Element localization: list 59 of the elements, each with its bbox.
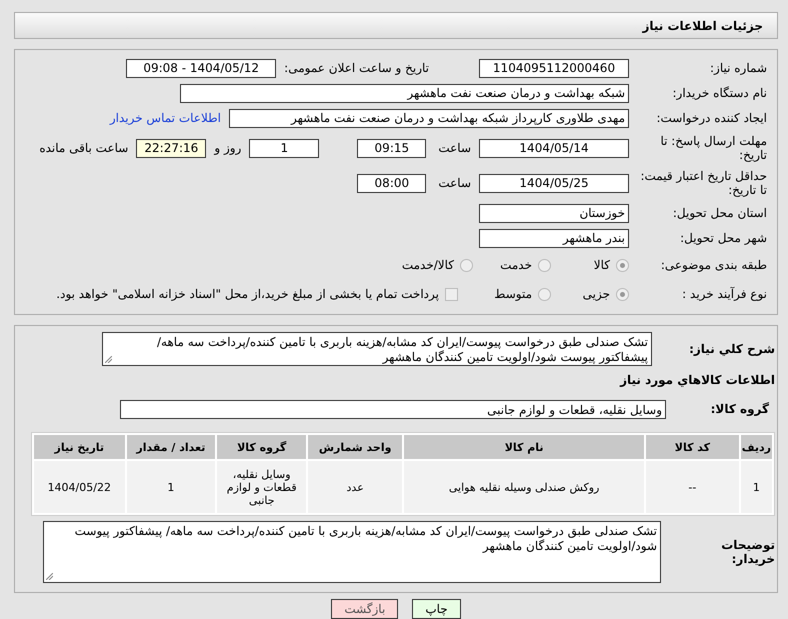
announce-date-field: 1404/05/12 - 09:08	[126, 58, 276, 78]
checkbox-option[interactable]: پرداخت تمام یا بخشی از مبلغ خرید،از محل "اسناد خزانه اسلامی" خواهد بود.	[58, 287, 458, 301]
buyer-org-field: شبکه بهداشت و درمان صنعت نفت ماهشهر	[180, 84, 629, 102]
table-cell: --	[646, 461, 739, 513]
field-label: تاریخ و ساعت اعلان عمومی:	[284, 61, 429, 75]
section-title: اطلاعات کالاهاي مورد نياز	[618, 373, 775, 387]
table-cell: عدد	[308, 461, 402, 513]
field-label: شهر محل تحویل:	[679, 231, 767, 245]
field-label: شماره نیاز:	[709, 61, 767, 75]
back-button[interactable]: بازگشت	[331, 599, 398, 619]
city-field: بندر ماهشهر	[479, 228, 629, 248]
column-header: واحد شمارش	[308, 435, 402, 459]
field-label: ساعت باقی مانده	[39, 141, 128, 155]
field-label: ایجاد کننده درخواست:	[655, 111, 767, 125]
field-label: روز و	[214, 141, 242, 155]
print-button[interactable]: چاپ	[412, 599, 461, 619]
column-header: تاریخ نیاز	[34, 435, 125, 459]
time-field: 09:15	[357, 138, 426, 158]
need-number-field: 1104095112000460	[479, 58, 629, 78]
field-label: گروه کالا:	[710, 402, 769, 416]
field-label: توضیحات خریدار:	[720, 538, 775, 566]
radio-option[interactable]: خدمت	[481, 258, 551, 272]
column-header: تعداد / مقدار	[126, 435, 216, 459]
date-field: 1404/05/25	[479, 174, 629, 192]
radio-option[interactable]: متوسط	[466, 287, 551, 301]
days-field: 1	[249, 138, 320, 158]
date-field: 1404/05/14	[479, 138, 629, 158]
countdown-field: 22:27:16	[136, 138, 206, 158]
column-header: ردیف	[740, 435, 772, 459]
contact-link[interactable]: اطلاعات تماس خریدار	[110, 111, 221, 125]
creator-field: مهدی طلاوری کارپرداز شبکه بهداشت و درمان صنعت نفت ماهشهر	[229, 108, 629, 128]
description-field: تشک صندلی طبق درخواست پیوست/ایران کد مشابه/هزینه باربری با تامین کننده/پرداخت سه ماهه/ پیشفاکتور پیوست شود/اولویت تامین کنندگان ماهشهر	[102, 332, 652, 366]
resize-grip-icon	[46, 573, 53, 580]
column-header: گروه کالا	[217, 435, 306, 459]
page-title: جزئیات اطلاعات نیاز	[14, 12, 778, 39]
column-header: کد کالا	[646, 435, 739, 459]
buyer-notes-field: تشک صندلی طبق درخواست پیوست/ایران کد مشابه/هزینه باربری با تامین کننده/پرداخت سه ماهه/ پیشفاکتور پیوست شود/اولویت تامین کنندگان ماهشهر	[43, 521, 661, 583]
province-field: خوزستان	[479, 204, 629, 222]
column-header: نام کالا	[404, 435, 644, 459]
radio-option[interactable]: کالا/خدمت	[403, 258, 473, 272]
table-cell: وسایل نقلیه، قطعات و لوازم جانبی	[217, 461, 306, 513]
table-cell: 1	[126, 461, 216, 513]
field-label: مهلت ارسال پاسخ: تا تاریخ:	[659, 134, 767, 162]
radio-option[interactable]: جزیی	[559, 287, 629, 301]
field-label: شرح کلي نياز:	[688, 342, 775, 356]
field-label: استان محل تحویل:	[672, 206, 767, 220]
field-label: نام دستگاه خریدار:	[672, 86, 767, 100]
resize-grip-icon	[105, 356, 112, 363]
table-cell: 1404/05/22	[34, 461, 125, 513]
time-field: 08:00	[357, 174, 426, 192]
field-label: ساعت	[438, 141, 471, 155]
table-cell: روکش صندلی وسیله نقلیه هوایی	[404, 461, 644, 513]
radio-option[interactable]: کالا	[559, 258, 629, 272]
field-label: حداقل تاریخ اعتبار قیمت: تا تاریخ:	[639, 169, 767, 197]
goods-group-field: وسایل نقلیه، قطعات و لوازم جانبی	[120, 400, 666, 418]
field-label: نوع فرآیند خرید :	[681, 287, 767, 301]
table-cell: 1	[740, 461, 772, 513]
field-label: طبقه بندی موضوعی:	[660, 258, 767, 272]
field-label: ساعت	[438, 176, 471, 190]
